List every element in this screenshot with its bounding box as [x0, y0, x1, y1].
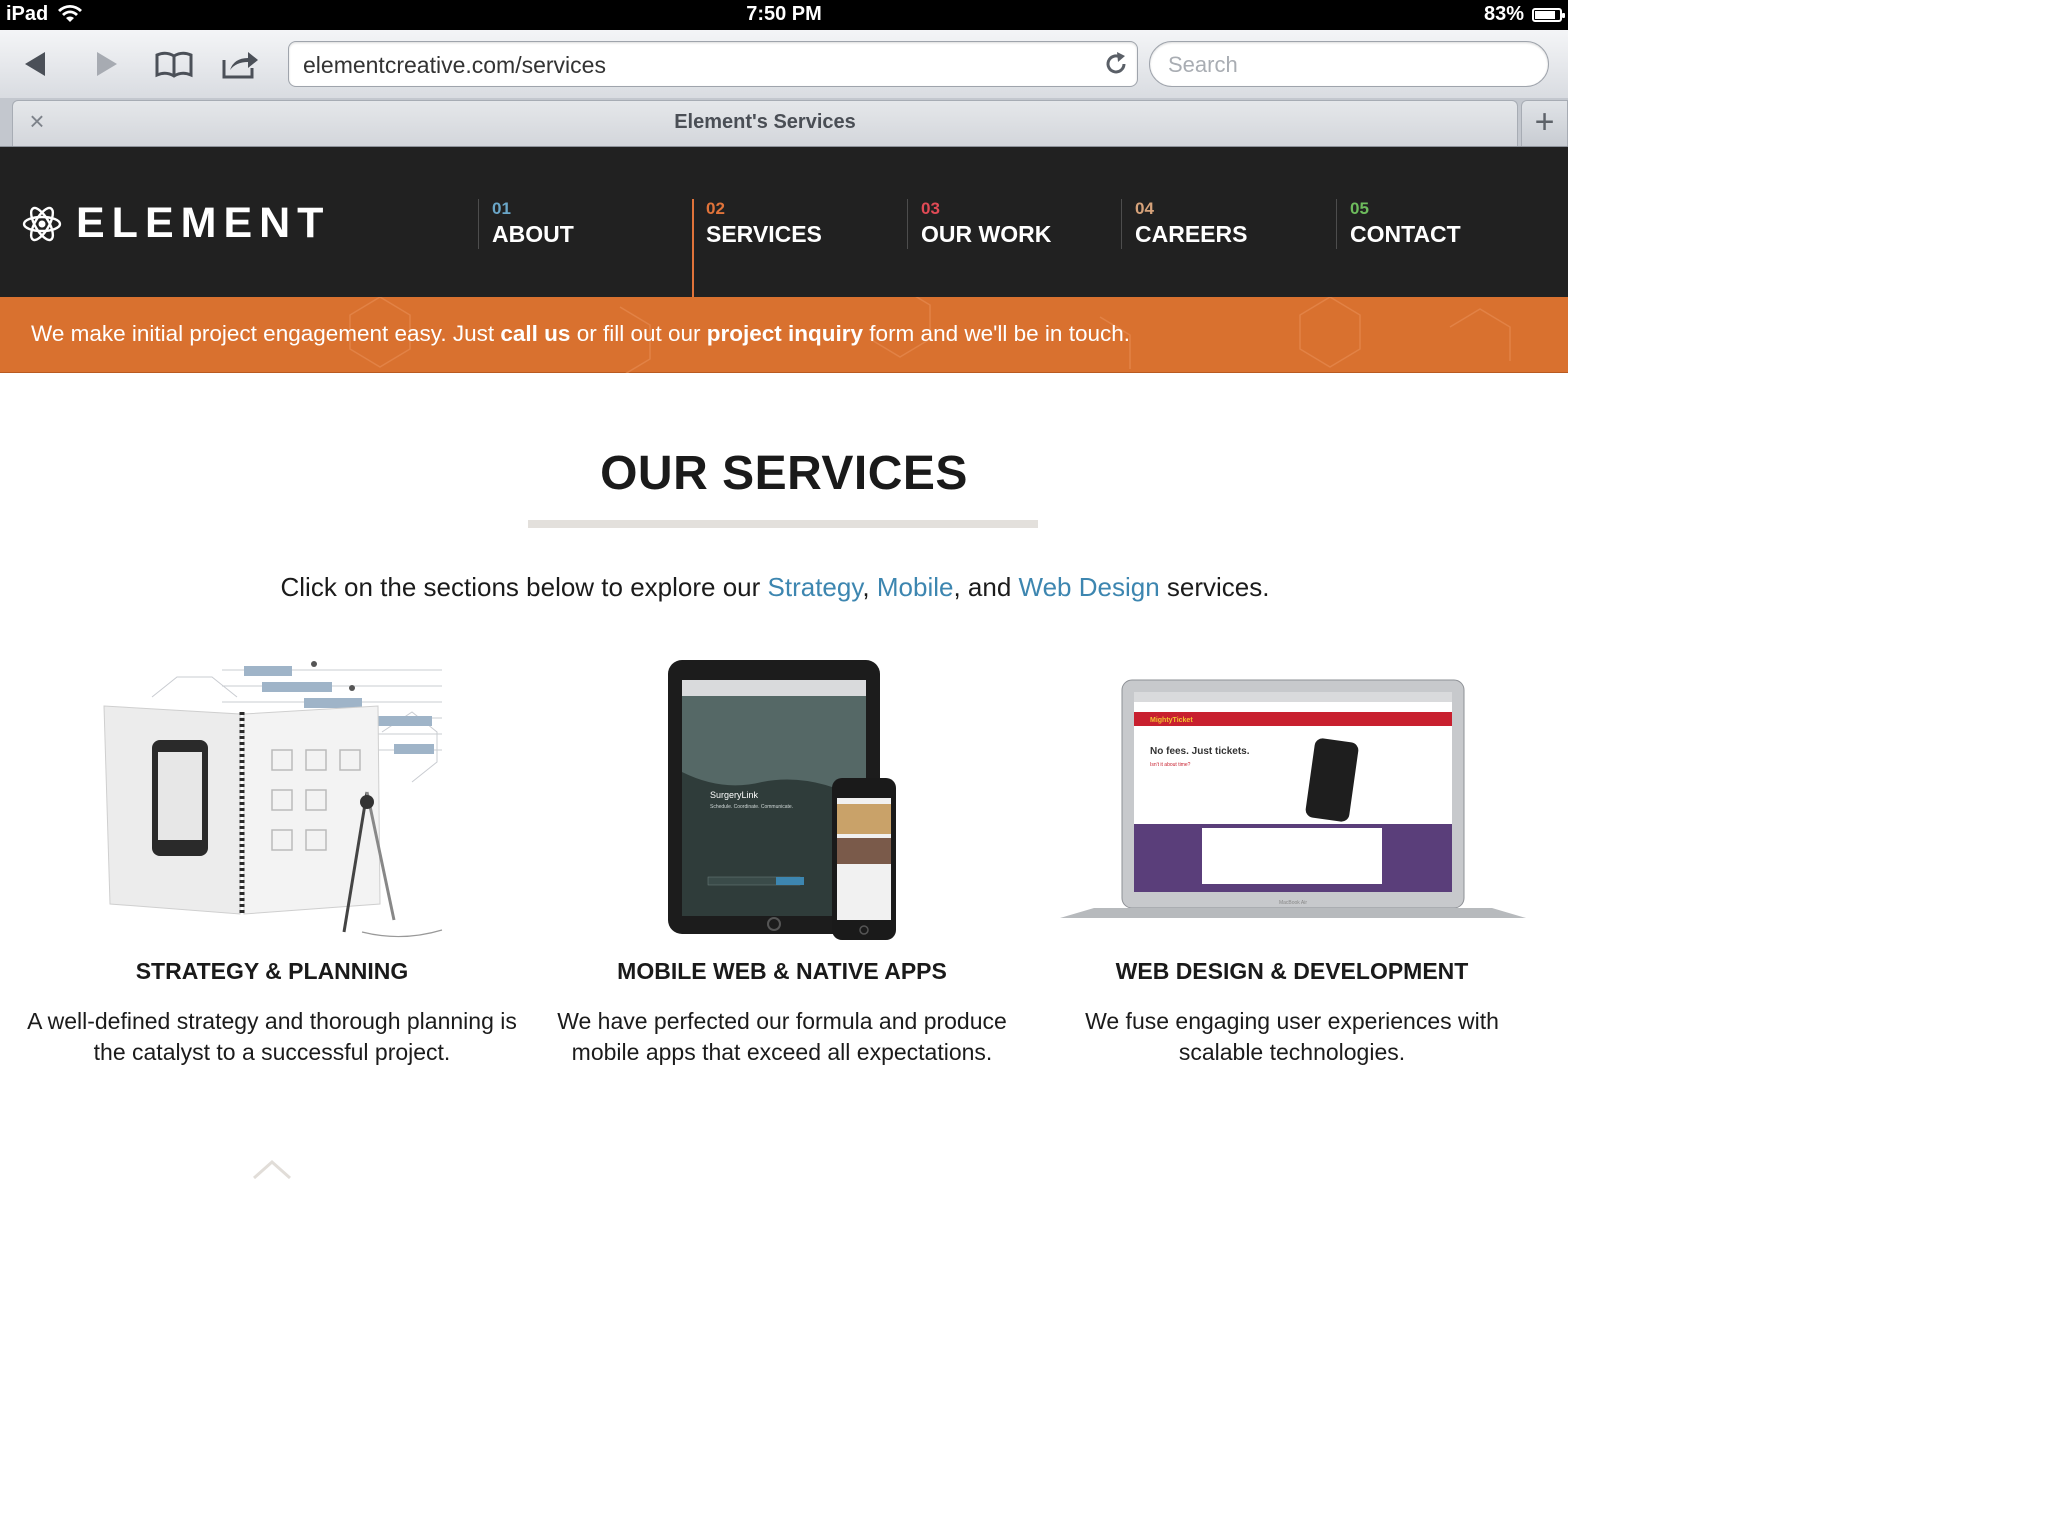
service-description: We fuse engaging user experiences with s… — [1085, 1008, 1499, 1065]
share-icon — [222, 52, 258, 79]
nav-number: 05 — [1350, 199, 1369, 218]
project-inquiry-link[interactable]: project inquiry — [707, 321, 863, 346]
tablet-phone-illustration: SurgeryLink Schedule. Coordinate. Commun… — [668, 660, 896, 940]
nav-number: 01 — [492, 199, 511, 218]
strategy-link[interactable]: Strategy — [768, 572, 863, 602]
nav-item-careers[interactable]: 04 CAREERS — [1121, 199, 1247, 249]
book-icon — [155, 51, 193, 78]
share-button[interactable] — [218, 44, 262, 84]
intro-text: Click on the sections below to explore o… — [280, 572, 1270, 602]
tab-title: Element's Services — [674, 111, 856, 133]
search-bar[interactable] — [1149, 41, 1549, 88]
back-button[interactable] — [14, 44, 58, 84]
service-description: We have perfected our formula and produc… — [557, 1008, 1007, 1065]
nav-label: ABOUT — [492, 221, 574, 247]
clock: 7:50 PM — [746, 3, 822, 25]
nav-label: SERVICES — [706, 221, 822, 247]
search-input[interactable] — [1166, 42, 1530, 88]
nav-label: CONTACT — [1350, 221, 1461, 247]
new-tab-button[interactable]: + — [1521, 100, 1568, 146]
laptop-label: MacBook Air — [1279, 900, 1307, 906]
service-description: A well-defined strategy and thorough pla… — [27, 1008, 517, 1065]
page-title: OUR SERVICES — [600, 447, 968, 500]
nav-number: 03 — [921, 199, 940, 218]
chevron-up-icon — [253, 1159, 291, 1180]
forward-arrow-icon — [97, 52, 117, 76]
tablet-app-tagline: Schedule. Coordinate. Communicate. — [710, 804, 793, 810]
atom-icon — [22, 206, 62, 241]
nav-item-our-work[interactable]: 03 OUR WORK — [907, 199, 1051, 249]
nav-item-about[interactable]: 01 ABOUT — [478, 199, 574, 249]
logo-text: ELEMENT — [76, 199, 331, 247]
url-input[interactable] — [301, 42, 1095, 88]
nav-item-contact[interactable]: 05 CONTACT — [1336, 199, 1461, 249]
nav-label: CAREERS — [1135, 221, 1248, 247]
tab-current[interactable]: × Element's Services — [12, 100, 1518, 146]
laptop-site-headline: No fees. Just tickets. — [1150, 746, 1250, 757]
laptop-site-brand: MightyTicket — [1150, 717, 1193, 724]
nav-number: 02 — [706, 199, 725, 218]
tablet-app-name: SurgeryLink — [710, 790, 759, 800]
battery-icon — [1532, 8, 1565, 22]
engagement-banner: We make initial project engagement easy.… — [0, 297, 1568, 373]
nav-number: 04 — [1135, 199, 1154, 218]
address-bar[interactable] — [288, 41, 1138, 88]
site-header: ELEMENT 01 ABOUT 02 SERVICES 03 OUR WORK… — [0, 147, 1568, 297]
call-us-link[interactable]: call us — [500, 321, 570, 346]
service-title: WEB DESIGN & DEVELOPMENT — [1115, 958, 1469, 984]
title-divider — [528, 520, 1038, 528]
status-bar: iPad 7:50 PM 83% — [0, 0, 1568, 30]
banner-text: We make initial project engagement easy.… — [31, 321, 1130, 346]
service-title: STRATEGY & PLANNING — [135, 958, 409, 984]
nav-item-services[interactable]: 02 SERVICES — [692, 199, 822, 249]
reload-icon[interactable] — [1103, 51, 1129, 77]
back-arrow-icon — [25, 52, 45, 76]
tab-bar: × Element's Services + — [0, 98, 1568, 147]
laptop-illustration: MightyTicket No fees. Just tickets. Isn'… — [1060, 679, 1526, 918]
service-title: MOBILE WEB & NATIVE APPS — [617, 958, 947, 984]
forward-button[interactable] — [84, 44, 128, 84]
web-design-link[interactable]: Web Design — [1019, 572, 1160, 602]
bookmarks-button[interactable] — [152, 44, 196, 84]
browser-toolbar — [0, 30, 1568, 99]
nav-label: OUR WORK — [921, 221, 1052, 247]
notebook-illustration — [103, 661, 443, 938]
logo[interactable]: ELEMENT — [22, 199, 330, 248]
mobile-link[interactable]: Mobile — [877, 572, 954, 602]
laptop-site-subhead: Isn't it about time? — [1150, 762, 1191, 768]
battery-percent: 83% — [1483, 3, 1524, 25]
